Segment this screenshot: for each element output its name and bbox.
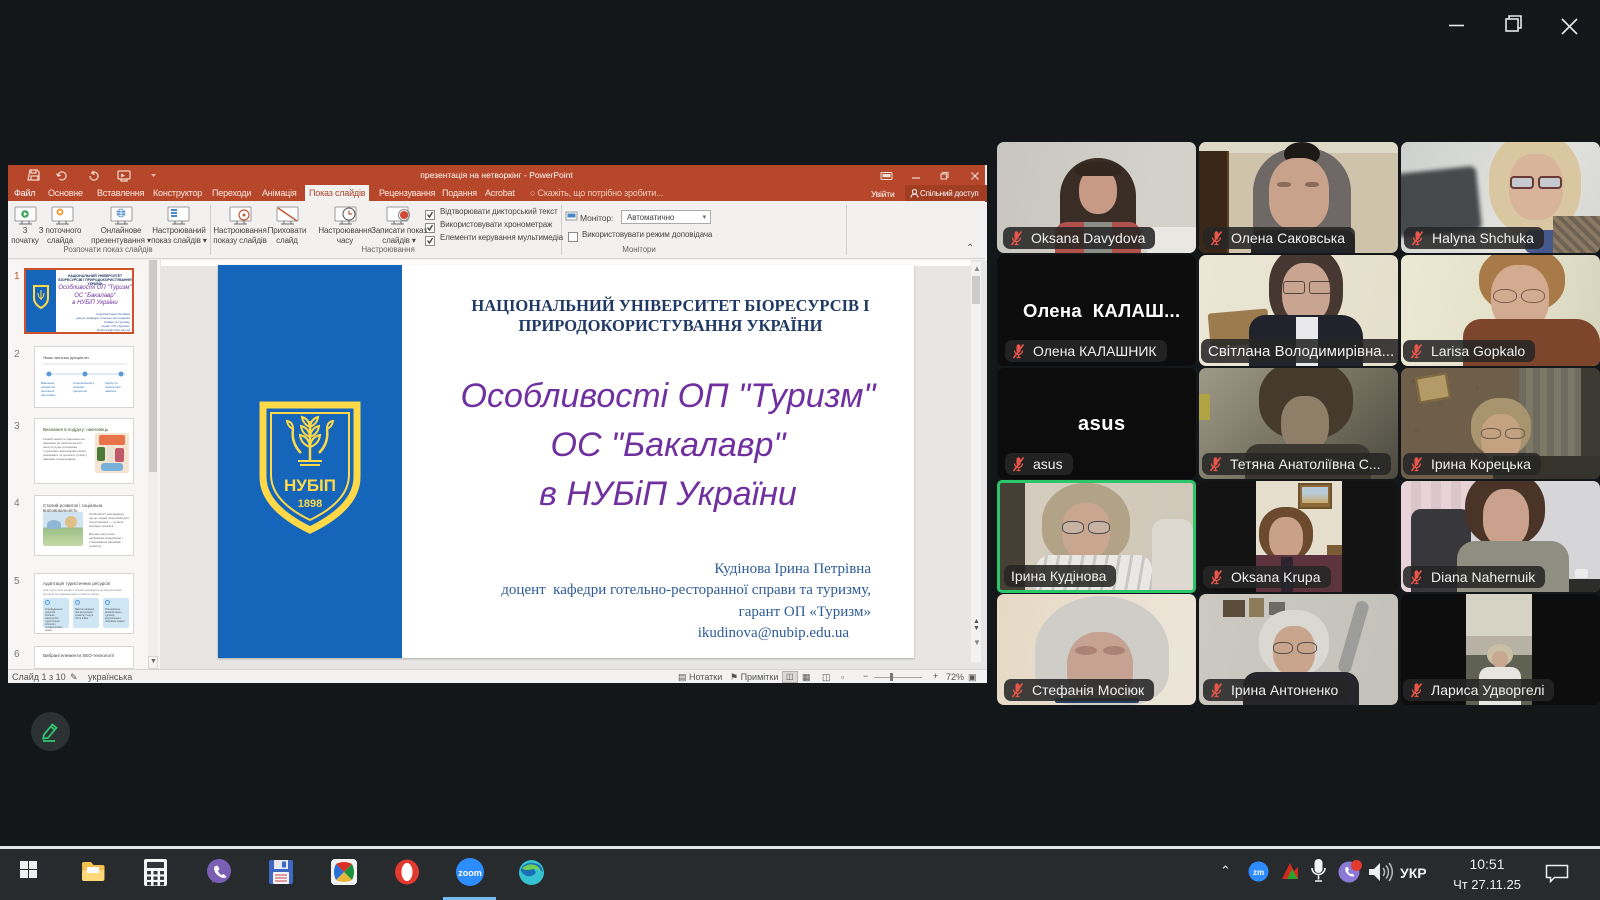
svg-text:НУБІП: НУБІП xyxy=(284,476,336,495)
svg-text:1898: 1898 xyxy=(298,498,322,510)
svg-text:zoom: zoom xyxy=(458,868,482,878)
svg-text:zm: zm xyxy=(1253,868,1264,877)
